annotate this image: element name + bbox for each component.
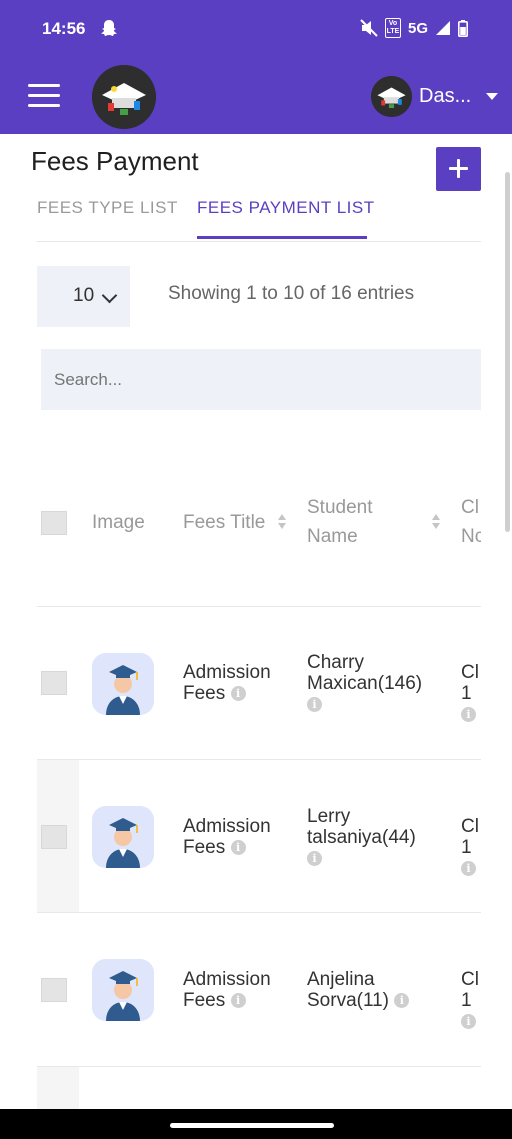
hamburger-icon[interactable] bbox=[28, 84, 60, 108]
column-header-student-name-line1: Student bbox=[307, 497, 373, 518]
class-cell: Cl 1 i bbox=[461, 969, 481, 1032]
info-icon[interactable]: i bbox=[307, 851, 322, 867]
student-name-line1: Lerry bbox=[307, 806, 351, 827]
sort-icon[interactable] bbox=[278, 514, 286, 530]
fees-payment-table: Image Fees Title Student Name Cl Nc Admi… bbox=[37, 452, 481, 1109]
fees-title-cell: Admission Fees i bbox=[183, 662, 271, 704]
search-input[interactable] bbox=[41, 349, 481, 410]
column-header-student-name[interactable]: Student Name bbox=[307, 493, 373, 551]
add-payment-button[interactable] bbox=[436, 147, 481, 191]
status-icons: Vo LTE 5G bbox=[360, 18, 468, 38]
volte-icon: Vo LTE bbox=[384, 18, 401, 38]
select-all-checkbox[interactable] bbox=[41, 511, 67, 535]
student-avatar bbox=[92, 653, 154, 715]
class-cell: Cl 1 i bbox=[461, 816, 481, 879]
column-header-fees-title[interactable]: Fees Title bbox=[183, 508, 265, 537]
class-line2: 1 bbox=[461, 683, 472, 704]
column-header-class-line1: Cl bbox=[461, 497, 479, 518]
student-name-line1: Charry bbox=[307, 652, 365, 673]
student-avatar bbox=[92, 959, 154, 1021]
status-time: 14:56 bbox=[42, 19, 86, 38]
info-icon[interactable]: i bbox=[230, 840, 246, 856]
snapchat-icon bbox=[101, 20, 117, 36]
info-icon[interactable]: i bbox=[461, 861, 476, 877]
column-header-class-line2: Nc bbox=[461, 526, 481, 547]
info-icon[interactable]: i bbox=[307, 697, 322, 713]
system-navigation-bar bbox=[0, 1109, 512, 1139]
student-name-line2: talsaniya(44) bbox=[307, 827, 416, 848]
student-name-line2: Maxican(146) bbox=[307, 673, 423, 694]
class-line1: Cl bbox=[461, 816, 479, 837]
home-gesture-handle[interactable] bbox=[170, 1123, 334, 1128]
row-highlight bbox=[37, 1067, 79, 1109]
student-name-cell: Anjelina Sorva(11) i bbox=[307, 969, 410, 1011]
info-icon[interactable]: i bbox=[230, 993, 246, 1009]
page-size-select[interactable]: 10 bbox=[37, 266, 130, 327]
profile-name: Das... bbox=[419, 85, 472, 107]
fees-title-line2: Fees bbox=[183, 837, 226, 858]
network-label: 5G bbox=[407, 19, 428, 37]
info-icon[interactable]: i bbox=[394, 993, 410, 1009]
row-divider bbox=[37, 759, 481, 760]
row-checkbox[interactable] bbox=[41, 825, 67, 849]
student-name-cell: Charry Maxican(146) i bbox=[307, 652, 422, 715]
row-divider bbox=[37, 606, 481, 607]
profile-avatar bbox=[371, 76, 412, 117]
info-icon[interactable]: i bbox=[461, 707, 476, 723]
caret-down-icon bbox=[486, 93, 499, 100]
scrollbar[interactable] bbox=[505, 172, 510, 532]
fees-title-line2: Fees bbox=[183, 683, 226, 704]
fees-title-line2: Fees bbox=[183, 990, 226, 1011]
page-size-value: 10 bbox=[73, 285, 95, 306]
sort-icon[interactable] bbox=[432, 514, 440, 530]
info-icon[interactable]: i bbox=[230, 686, 246, 702]
tab-fees-payment-list[interactable]: FEES PAYMENT LIST bbox=[197, 198, 375, 218]
row-checkbox[interactable] bbox=[41, 978, 67, 1002]
entries-info: Showing 1 to 10 of 16 entries bbox=[168, 283, 415, 304]
row-divider bbox=[37, 912, 481, 913]
fees-title-line1: Admission bbox=[183, 662, 271, 683]
student-avatar bbox=[92, 806, 154, 868]
row-checkbox[interactable] bbox=[41, 671, 67, 695]
fees-title-cell: Admission Fees i bbox=[183, 969, 271, 1011]
class-line1: Cl bbox=[461, 969, 479, 990]
mute-icon bbox=[360, 19, 378, 37]
signal-icon bbox=[436, 21, 450, 35]
tab-fees-type-list[interactable]: FEES TYPE LIST bbox=[37, 198, 178, 218]
column-header-student-name-line2: Name bbox=[307, 526, 358, 547]
profile-menu[interactable]: Das... bbox=[371, 76, 499, 117]
app-bar: Das... bbox=[0, 60, 512, 134]
fees-title-line1: Admission bbox=[183, 969, 271, 990]
tab-bar: FEES TYPE LIST FEES PAYMENT LIST bbox=[37, 190, 481, 242]
info-icon[interactable]: i bbox=[461, 1014, 476, 1030]
student-name-cell: Lerry talsaniya(44) i bbox=[307, 806, 416, 869]
school-logo bbox=[92, 65, 156, 129]
row-divider bbox=[37, 1066, 481, 1067]
student-name-line1: Anjelina bbox=[307, 969, 375, 990]
chevron-down-icon bbox=[101, 287, 118, 304]
page-title: Fees Payment bbox=[31, 146, 199, 176]
student-name-line2: Sorva(11) bbox=[307, 990, 390, 1011]
class-line1: Cl bbox=[461, 662, 479, 683]
active-tab-indicator bbox=[197, 236, 367, 239]
battery-icon bbox=[458, 19, 468, 37]
fees-title-line1: Admission bbox=[183, 816, 271, 837]
column-header-image: Image bbox=[92, 512, 145, 533]
class-line2: 1 bbox=[461, 837, 472, 858]
status-bar: 14:56 Vo LTE 5G bbox=[0, 0, 512, 60]
fees-title-cell: Admission Fees i bbox=[183, 816, 271, 858]
column-header-class[interactable]: Cl Nc bbox=[461, 493, 481, 551]
class-cell: Cl 1 i bbox=[461, 662, 481, 725]
class-line2: 1 bbox=[461, 990, 472, 1011]
